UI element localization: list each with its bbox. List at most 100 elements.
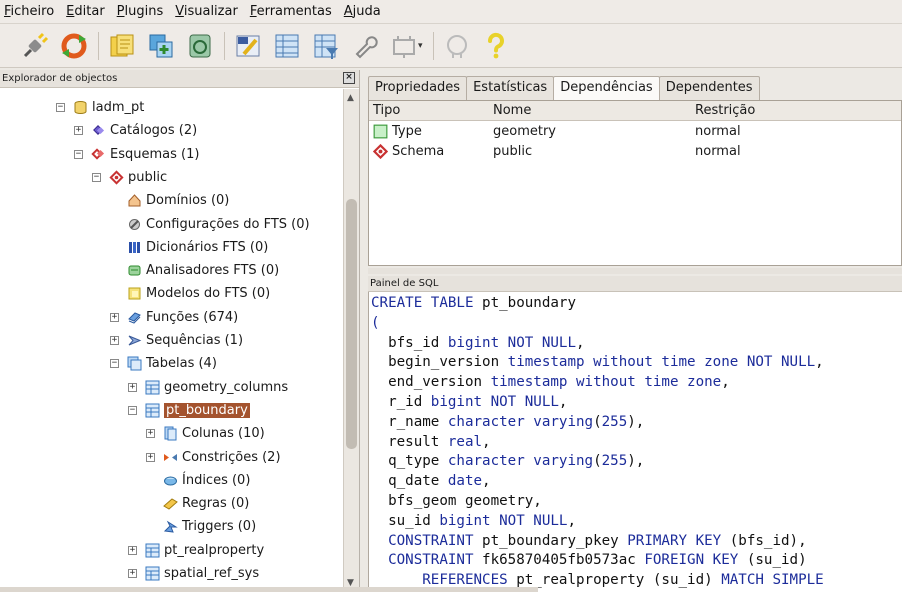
- functions-icon: [127, 310, 142, 325]
- tree-node-label: Índices (0): [182, 472, 251, 488]
- tree-node[interactable]: Configurações do FTS (0): [110, 213, 310, 236]
- expand-icon[interactable]: +: [146, 429, 155, 439]
- sql-text: (bfs_id),: [729, 532, 807, 549]
- sql-line: q_type character varying(255),: [371, 452, 644, 472]
- schema-icon: [373, 143, 388, 159]
- catalogs-icon: [91, 123, 106, 138]
- menu-editar[interactable]: Editar: [66, 4, 105, 19]
- menu-plugins[interactable]: Plugins: [117, 4, 164, 19]
- help-icon[interactable]: [479, 29, 513, 63]
- tab-estatisticas[interactable]: Estatísticas: [466, 76, 555, 100]
- filtered-data-icon[interactable]: [309, 29, 343, 63]
- sql-text: end_version: [371, 374, 491, 391]
- table-row[interactable]: Type geometry normal: [369, 121, 901, 141]
- detail-tabs: Propriedades Estatísticas Dependências D…: [368, 76, 760, 101]
- menu-ficheiro[interactable]: Ficheiro: [4, 4, 54, 19]
- maintenance-icon[interactable]: [348, 29, 382, 63]
- tree-node[interactable]: + geometry_columns: [128, 376, 288, 399]
- menu-ajuda[interactable]: Ajuda: [344, 4, 381, 19]
- column-header-restricao[interactable]: Restrição: [691, 101, 901, 120]
- tree-node-label: Funções (674): [146, 309, 239, 325]
- toolbar-separator: [432, 31, 434, 60]
- database-icon: [73, 100, 88, 115]
- tree-node-label: Triggers (0): [182, 519, 257, 535]
- sql-text: ,: [567, 512, 577, 529]
- scrollbar-thumb[interactable]: [346, 199, 357, 449]
- sql-line: result real,: [371, 433, 491, 453]
- sql-keyword: timestamp without time zone: [490, 374, 722, 391]
- tree-node[interactable]: + pt_realproperty: [128, 539, 264, 562]
- tree-node[interactable]: Modelos do FTS (0): [110, 282, 270, 305]
- drop-object-icon[interactable]: [183, 29, 217, 63]
- horizontal-scrollbar[interactable]: [4, 587, 538, 592]
- table-row[interactable]: Schema public normal: [369, 141, 901, 161]
- refresh-icon[interactable]: [57, 29, 91, 63]
- chevron-down-icon[interactable]: ▾: [418, 41, 423, 51]
- menu-ferramentas[interactable]: Ferramentas: [250, 4, 332, 19]
- tree-node[interactable]: − ladm_pt: [56, 96, 144, 119]
- tree-node[interactable]: − Tabelas (4): [110, 352, 217, 375]
- tree-node[interactable]: Domínios (0): [110, 189, 229, 212]
- plugins-icon[interactable]: [387, 29, 421, 63]
- expand-icon[interactable]: +: [146, 452, 155, 462]
- postgres-elephant-icon[interactable]: [440, 29, 474, 63]
- properties-icon[interactable]: [105, 29, 139, 63]
- sql-text: ,: [721, 374, 730, 391]
- collapse-icon[interactable]: −: [56, 103, 65, 112]
- tree-node[interactable]: − public: [92, 166, 167, 189]
- column-header-tipo[interactable]: Tipo: [369, 101, 491, 120]
- expand-icon[interactable]: +: [110, 336, 119, 345]
- expand-icon[interactable]: +: [128, 545, 137, 555]
- tree-node-label: Configurações do FTS (0): [146, 216, 310, 232]
- sql-text: pt_realproperty (su_id): [516, 572, 722, 589]
- tree-node[interactable]: Analisadores FTS (0): [110, 259, 279, 282]
- sql-text: ),: [627, 413, 645, 430]
- sql-text: ,: [482, 433, 491, 450]
- tree-node-label: Constrições (2): [182, 449, 281, 465]
- close-icon[interactable]: ×: [343, 72, 355, 84]
- view-data-icon[interactable]: [270, 29, 304, 63]
- expand-icon[interactable]: +: [128, 569, 137, 578]
- sql-keyword: bigint NOT NULL: [439, 512, 568, 529]
- collapse-icon[interactable]: −: [74, 149, 83, 159]
- connect-icon[interactable]: [18, 29, 52, 63]
- expand-icon[interactable]: +: [74, 126, 83, 136]
- tree-node[interactable]: Índices (0): [146, 469, 250, 492]
- tree-node[interactable]: − Esquemas (1): [74, 143, 199, 166]
- sql-editor[interactable]: CREATE TABLE pt_boundary( bfs_id bigint …: [368, 292, 902, 592]
- tree-node[interactable]: + Catálogos (2): [74, 119, 197, 142]
- column-header-nome[interactable]: Nome: [491, 101, 691, 120]
- expand-icon[interactable]: +: [128, 382, 137, 392]
- tree-node[interactable]: + Funções (674): [110, 306, 238, 329]
- collapse-icon[interactable]: −: [110, 359, 119, 369]
- sql-text: (: [593, 413, 602, 430]
- tree-node[interactable]: Dicionários FTS (0): [110, 236, 268, 259]
- tree-node-label: Modelos do FTS (0): [146, 286, 271, 302]
- expand-icon[interactable]: +: [110, 312, 119, 322]
- tree-node[interactable]: − pt_boundary: [128, 399, 250, 422]
- tables-icon: [127, 356, 142, 371]
- tab-dependentes[interactable]: Dependentes: [658, 76, 760, 100]
- tree-node[interactable]: Triggers (0): [146, 515, 256, 538]
- sql-line: r_id bigint NOT NULL,: [371, 393, 567, 413]
- sql-query-icon[interactable]: [231, 29, 265, 63]
- tree-node[interactable]: + Sequências (1): [110, 329, 243, 352]
- scroll-up-icon[interactable]: ▲: [347, 93, 354, 103]
- create-object-icon[interactable]: [144, 29, 178, 63]
- collapse-icon[interactable]: −: [92, 172, 101, 182]
- tab-dependencias[interactable]: Dependências: [553, 76, 660, 101]
- tree-node[interactable]: Regras (0): [146, 492, 249, 515]
- tree-node[interactable]: + Constrições (2): [146, 446, 281, 469]
- tab-propriedades[interactable]: Propriedades: [368, 76, 468, 100]
- dependency-name: geometry: [493, 123, 557, 139]
- collapse-icon[interactable]: −: [128, 405, 137, 415]
- sql-line: CONSTRAINT fk65870405fb0573ac FOREIGN KE…: [371, 551, 807, 571]
- tree-node[interactable]: + Colunas (10): [146, 422, 265, 445]
- panel-splitter[interactable]: [368, 268, 902, 274]
- vertical-scrollbar[interactable]: ▲ ▼: [343, 89, 359, 592]
- toolbar-separator: [224, 31, 225, 60]
- tree-node[interactable]: + spatial_ref_sys: [128, 562, 259, 585]
- dependency-type: Schema: [392, 143, 445, 159]
- dependency-restriction: normal: [695, 143, 741, 159]
- menu-visualizar[interactable]: Visualizar: [175, 4, 238, 19]
